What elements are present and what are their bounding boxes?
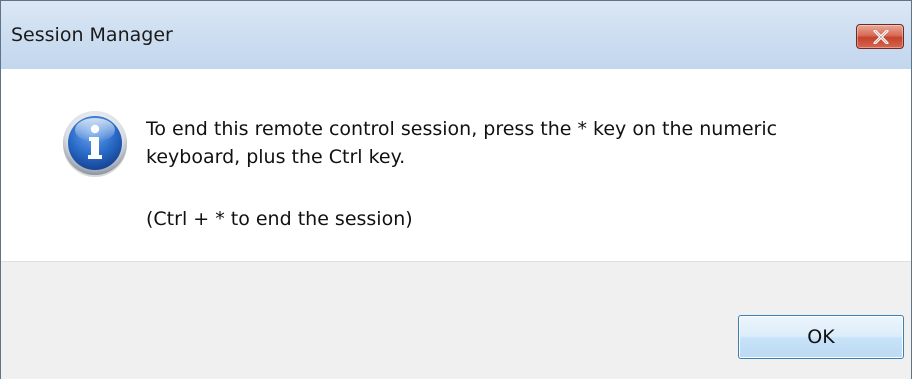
close-button[interactable] — [856, 24, 904, 49]
message-area: To end this remote control session, pres… — [1, 69, 911, 261]
message-text: To end this remote control session, pres… — [146, 115, 866, 233]
info-icon — [63, 111, 127, 177]
ok-button[interactable]: OK — [738, 315, 904, 359]
message-line-1: To end this remote control session, pres… — [146, 118, 778, 168]
close-icon — [873, 30, 889, 44]
window-title: Session Manager — [11, 24, 173, 46]
title-bar[interactable]: Session Manager — [1, 1, 911, 69]
session-manager-dialog: Session Manager To end this remote contr… — [0, 0, 912, 379]
message-line-2: (Ctrl + * to end the session) — [146, 208, 413, 230]
button-bar: OK — [1, 261, 911, 379]
